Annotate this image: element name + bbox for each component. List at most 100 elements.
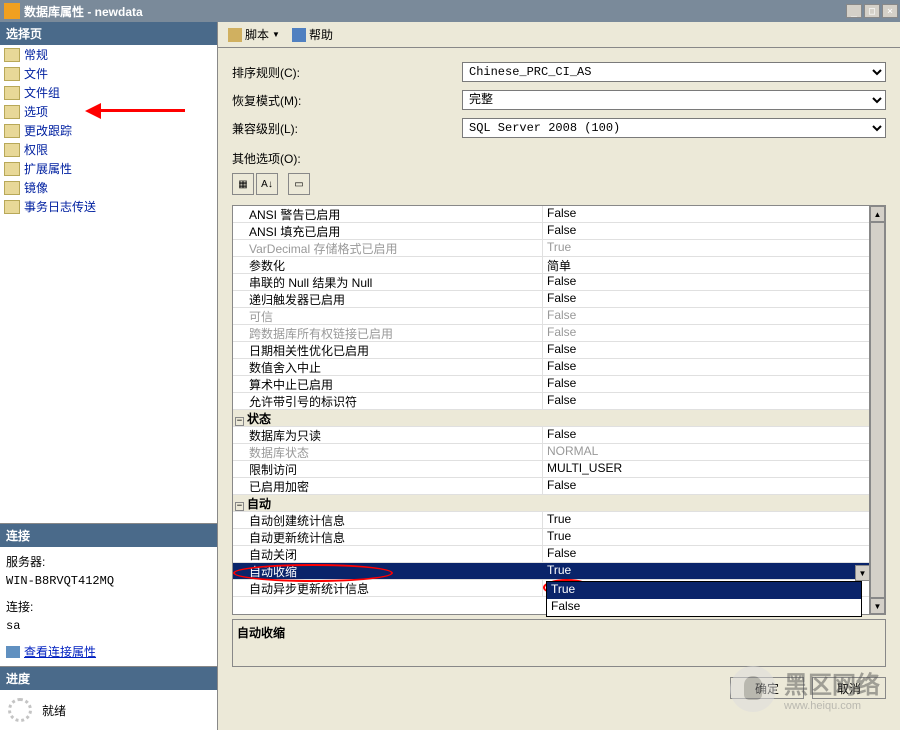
scroll-thumb[interactable] <box>870 222 885 598</box>
prop-value[interactable]: MULTI_USER <box>543 461 869 477</box>
help-label: 帮助 <box>309 26 333 43</box>
prop-value[interactable]: True <box>543 529 869 545</box>
sidebar-item-8[interactable]: 事务日志传送 <box>0 197 217 216</box>
prop-name: 跨数据库所有权链接已启用 <box>233 325 543 341</box>
grid-row[interactable]: VarDecimal 存储格式已启用True <box>233 240 869 257</box>
page-icon <box>4 162 20 176</box>
conn-label: 连接: <box>6 598 211 615</box>
grid-row[interactable]: 数据库为只读False <box>233 427 869 444</box>
dropdown-option[interactable]: True <box>547 582 861 599</box>
sidebar-item-5[interactable]: 权限 <box>0 140 217 159</box>
grid-row[interactable]: 限制访问MULTI_USER <box>233 461 869 478</box>
sidebar-item-label: 镜像 <box>24 179 48 196</box>
progress-status: 就绪 <box>42 702 66 719</box>
grid-category[interactable]: −自动 <box>233 495 869 512</box>
grid-row[interactable]: ANSI 警告已启用False <box>233 206 869 223</box>
ok-button[interactable]: 确定 <box>730 677 804 699</box>
page-icon <box>4 181 20 195</box>
grid-row[interactable]: 数值舍入中止False <box>233 359 869 376</box>
scroll-up-icon[interactable]: ▲ <box>870 206 885 222</box>
script-button[interactable]: 脚本 ▼ <box>224 24 284 45</box>
other-options-label: 其他选项(O): <box>232 146 886 173</box>
dropdown-popup: TrueFalse <box>546 581 862 617</box>
prop-value[interactable]: False <box>543 376 869 392</box>
grid-row[interactable]: 日期相关性优化已启用False <box>233 342 869 359</box>
grid-row[interactable]: 自动更新统计信息True <box>233 529 869 546</box>
scroll-down-icon[interactable]: ▼ <box>870 598 885 614</box>
prop-value[interactable]: False <box>543 308 869 324</box>
prop-value[interactable]: False <box>543 427 869 443</box>
sidebar-item-3[interactable]: 选项 <box>0 102 217 121</box>
prop-value[interactable]: False <box>543 325 869 341</box>
properties-button[interactable]: ▭ <box>288 173 310 195</box>
prop-value[interactable]: False <box>543 206 869 222</box>
recovery-label: 恢复模式(M): <box>232 92 462 109</box>
grid-row[interactable]: 可信False <box>233 308 869 325</box>
close-button[interactable]: × <box>882 4 898 18</box>
collation-select[interactable]: Chinese_PRC_CI_AS <box>462 62 886 82</box>
minimize-button[interactable]: _ <box>846 4 862 18</box>
prop-value[interactable]: True <box>543 240 869 256</box>
grid-row[interactable]: 数据库状态NORMAL <box>233 444 869 461</box>
grid-row[interactable]: 递归触发器已启用False <box>233 291 869 308</box>
prop-value[interactable]: False <box>543 478 869 494</box>
prop-value[interactable]: NORMAL <box>543 444 869 460</box>
prop-value[interactable]: False <box>543 393 869 409</box>
grid-row[interactable]: 自动创建统计信息True <box>233 512 869 529</box>
grid-row[interactable]: 自动关闭False <box>233 546 869 563</box>
connection-header: 连接 <box>0 524 217 547</box>
prop-name: 递归触发器已启用 <box>233 291 543 307</box>
script-icon <box>228 28 242 42</box>
prop-name: ANSI 警告已启用 <box>233 206 543 222</box>
prop-value[interactable]: False <box>543 274 869 290</box>
prop-value[interactable]: False <box>543 359 869 375</box>
view-connection-link[interactable]: 查看连接属性 <box>6 643 211 660</box>
grid-row[interactable]: 参数化简单 <box>233 257 869 274</box>
prop-name: VarDecimal 存储格式已启用 <box>233 240 543 256</box>
prop-value[interactable]: False <box>543 291 869 307</box>
prop-value[interactable]: False <box>543 546 869 562</box>
collapse-icon[interactable]: − <box>235 417 244 426</box>
server-label: 服务器: <box>6 553 211 570</box>
grid-row[interactable]: 已启用加密False <box>233 478 869 495</box>
prop-value[interactable]: False <box>543 223 869 239</box>
prop-name: 已启用加密 <box>233 478 543 494</box>
progress-header: 进度 <box>0 667 217 690</box>
cancel-button[interactable]: 取消 <box>812 677 886 699</box>
compat-select[interactable]: SQL Server 2008 (100) <box>462 118 886 138</box>
grid-row[interactable]: 自动收缩True <box>233 563 869 580</box>
grid-row[interactable]: 跨数据库所有权链接已启用False <box>233 325 869 342</box>
progress-spinner-icon <box>8 698 32 722</box>
alphabetical-button[interactable]: A↓ <box>256 173 278 195</box>
grid-row[interactable]: 串联的 Null 结果为 NullFalse <box>233 274 869 291</box>
property-description: 自动收缩 <box>232 619 886 667</box>
prop-value[interactable]: False <box>543 342 869 358</box>
prop-value[interactable]: 简单 <box>543 257 869 273</box>
prop-value[interactable]: True <box>543 563 869 579</box>
recovery-select[interactable]: 完整 <box>462 90 886 110</box>
sidebar-item-7[interactable]: 镜像 <box>0 178 217 197</box>
sidebar-item-4[interactable]: 更改跟踪 <box>0 121 217 140</box>
app-icon <box>4 3 20 19</box>
sidebar-item-0[interactable]: 常规 <box>0 45 217 64</box>
grid-row[interactable]: 允许带引号的标识符False <box>233 393 869 410</box>
grid-row[interactable]: ANSI 填充已启用False <box>233 223 869 240</box>
help-button[interactable]: 帮助 <box>288 24 337 45</box>
grid-scrollbar[interactable]: ▲ ▼ <box>869 206 885 614</box>
dropdown-toggle[interactable]: ▼ <box>855 565 870 581</box>
sidebar-item-1[interactable]: 文件 <box>0 64 217 83</box>
dropdown-option[interactable]: False <box>547 599 861 616</box>
sidebar-item-2[interactable]: 文件组 <box>0 83 217 102</box>
maximize-button[interactable]: □ <box>864 4 880 18</box>
link-text: 查看连接属性 <box>24 643 96 660</box>
sidebar-item-label: 更改跟踪 <box>24 122 72 139</box>
compat-label: 兼容级别(L): <box>232 120 462 137</box>
prop-value[interactable]: True <box>543 512 869 528</box>
prop-name: 日期相关性优化已启用 <box>233 342 543 358</box>
categorized-button[interactable]: ▦ <box>232 173 254 195</box>
page-icon <box>4 67 20 81</box>
collapse-icon[interactable]: − <box>235 502 244 511</box>
grid-category[interactable]: −状态 <box>233 410 869 427</box>
grid-row[interactable]: 算术中止已启用False <box>233 376 869 393</box>
sidebar-item-6[interactable]: 扩展属性 <box>0 159 217 178</box>
